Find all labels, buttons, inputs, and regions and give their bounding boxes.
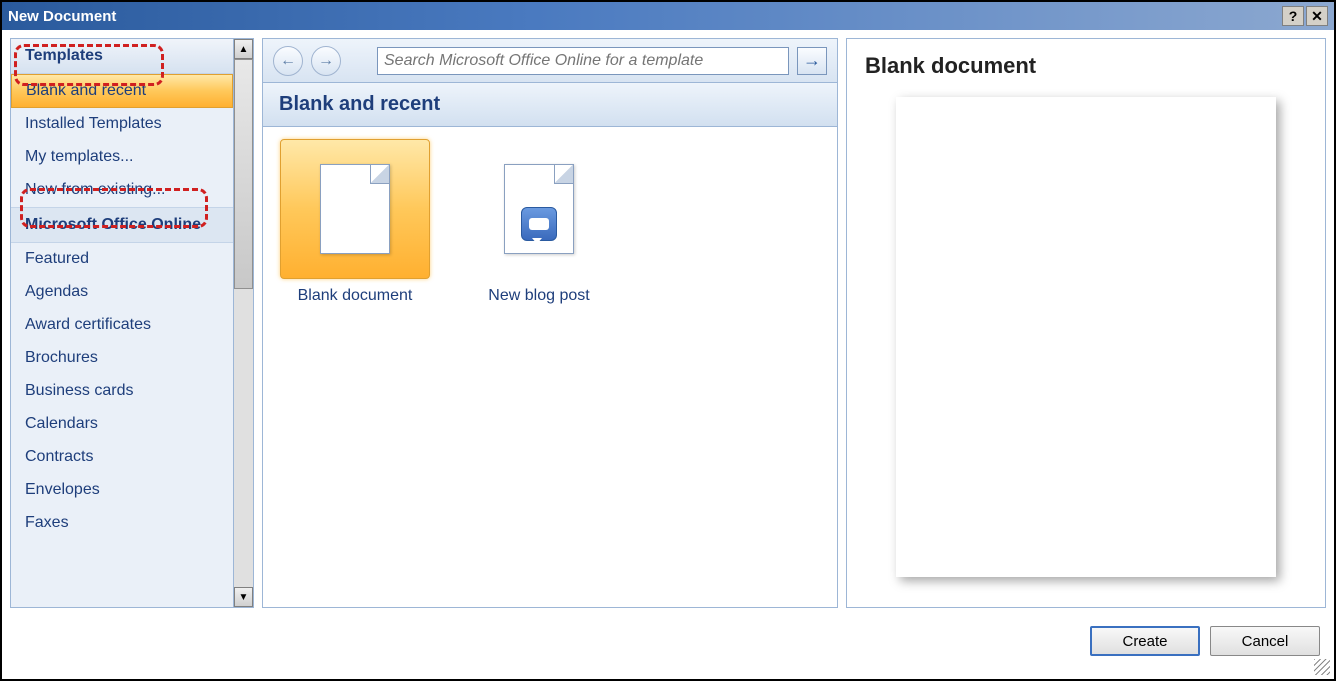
template-thumb (464, 139, 614, 279)
back-button[interactable]: ← (273, 46, 303, 76)
cancel-button[interactable]: Cancel (1210, 626, 1320, 656)
document-icon (504, 164, 574, 254)
sidebar-container: Templates Blank and recent Installed Tem… (10, 38, 254, 608)
template-new-blog-post[interactable]: New blog post (459, 139, 619, 305)
create-button[interactable]: Create (1090, 626, 1200, 656)
section-title: Blank and recent (263, 83, 837, 127)
sidebar-item-envelopes[interactable]: Envelopes (11, 474, 233, 507)
template-label: Blank document (275, 287, 435, 305)
search-go-button[interactable]: → (797, 47, 827, 75)
forward-button[interactable]: → (311, 46, 341, 76)
help-button[interactable]: ? (1282, 6, 1304, 26)
sidebar-section-online: Microsoft Office Online (11, 207, 233, 243)
sidebar-scrollbar[interactable]: ▲ ▼ (233, 39, 253, 607)
sidebar-item-business-cards[interactable]: Business cards (11, 375, 233, 408)
sidebar-item-faxes[interactable]: Faxes (11, 507, 233, 540)
template-label: New blog post (459, 287, 619, 305)
sidebar-item-brochures[interactable]: Brochures (11, 342, 233, 375)
preview-panel: Blank document (846, 38, 1326, 608)
toolbar: ← → → (263, 39, 837, 83)
sidebar-item-award-certificates[interactable]: Award certificates (11, 309, 233, 342)
resize-grip[interactable] (1314, 659, 1330, 675)
sidebar-item-new-from-existing[interactable]: New from existing... (11, 174, 233, 207)
preview-page (896, 97, 1276, 577)
close-button[interactable]: ✕ (1306, 6, 1328, 26)
document-icon (320, 164, 390, 254)
window-title: New Document (8, 8, 116, 25)
scroll-up-button[interactable]: ▲ (234, 39, 253, 59)
sidebar-item-blank-recent[interactable]: Blank and recent (11, 74, 233, 108)
sidebar-item-agendas[interactable]: Agendas (11, 276, 233, 309)
sidebar-item-installed[interactable]: Installed Templates (11, 108, 233, 141)
sidebar-item-my-templates[interactable]: My templates... (11, 141, 233, 174)
titlebar: New Document ? ✕ (2, 2, 1334, 30)
preview-area (865, 97, 1307, 593)
template-blank-document[interactable]: Blank document (275, 139, 435, 305)
main-panel: ← → → Blank and recent Blank document (262, 38, 838, 608)
dialog-footer: Create Cancel (2, 616, 1334, 666)
scroll-down-button[interactable]: ▼ (234, 587, 253, 607)
search-box (377, 47, 789, 75)
scroll-track[interactable] (234, 59, 253, 587)
arrow-right-icon: → (803, 50, 821, 71)
sidebar: Templates Blank and recent Installed Tem… (11, 39, 233, 607)
scroll-thumb[interactable] (234, 59, 253, 289)
sidebar-header: Templates (11, 39, 233, 74)
arrow-left-icon: ← (280, 52, 296, 70)
search-input[interactable] (378, 52, 788, 70)
blog-icon (521, 207, 557, 241)
arrow-right-icon: → (318, 52, 334, 70)
sidebar-item-calendars[interactable]: Calendars (11, 408, 233, 441)
template-gallery: Blank document New blog post (263, 127, 837, 607)
sidebar-item-featured[interactable]: Featured (11, 243, 233, 276)
preview-title: Blank document (865, 53, 1307, 79)
sidebar-item-contracts[interactable]: Contracts (11, 441, 233, 474)
template-thumb (280, 139, 430, 279)
